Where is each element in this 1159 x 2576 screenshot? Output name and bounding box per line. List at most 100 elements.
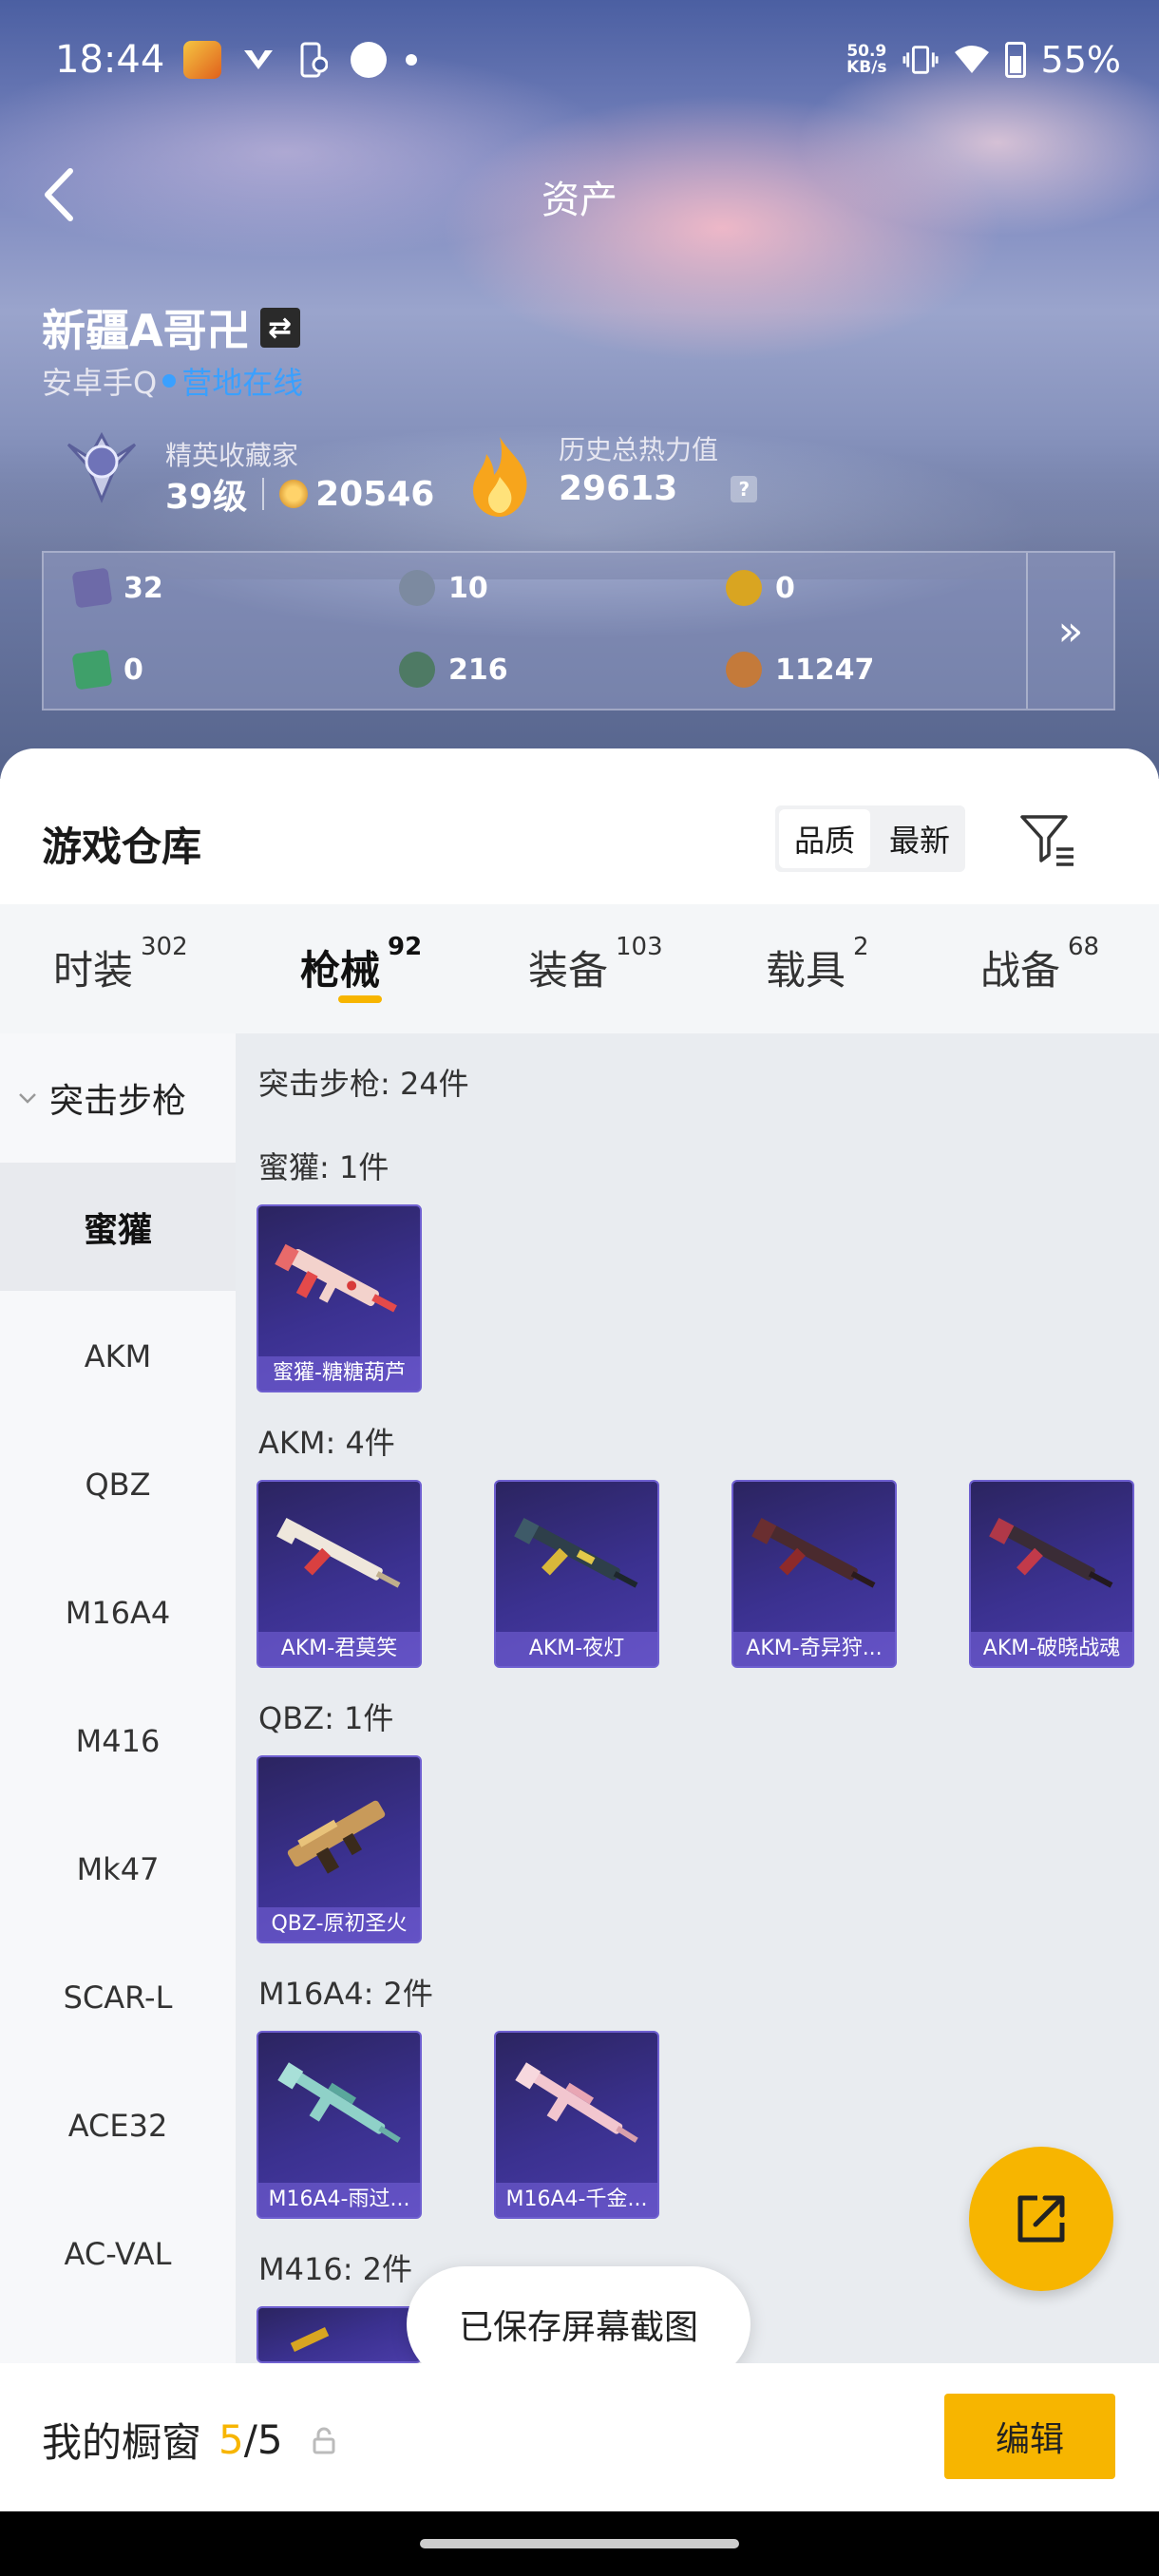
resource-item: 11247 (726, 652, 874, 688)
resource-value: 0 (124, 653, 143, 687)
rifle-skin-image (276, 1517, 401, 1588)
silver-coin-icon (399, 570, 435, 606)
weapon-skin-name: AKM-破晓战魂 (971, 1632, 1132, 1666)
tab-fashion[interactable]: 时装 302 (53, 933, 188, 996)
swap-account-icon[interactable]: ⇄ (259, 308, 300, 348)
weapon-skin-card[interactable]: AKM-夜灯 (494, 1480, 659, 1668)
rank-values: 39级 20546 (165, 469, 434, 519)
tab-count: 2 (853, 933, 869, 961)
rifle-skin-image (277, 2062, 401, 2143)
filter-button[interactable] (1015, 805, 1081, 872)
group-header: 蜜獾: 1件 (258, 1149, 390, 1185)
sidebar-category-header[interactable]: 突击步枪 (17, 1073, 186, 1123)
sidebar-item-m16a4[interactable]: M16A4 (0, 1548, 236, 1676)
expand-resources-button[interactable]: » (1026, 553, 1113, 709)
weapon-skin-name: 蜜獾-糖糖葫芦 (258, 1356, 420, 1391)
sidebar-item-akm[interactable]: AKM (0, 1292, 236, 1420)
sidebar-category-label: 突击步枪 (49, 1082, 187, 1121)
rifle-skin-image (275, 1243, 397, 1313)
rifle-skin-image (751, 1517, 876, 1588)
resource-value: 32 (124, 571, 163, 605)
tab-firearms[interactable]: 枪械 92 (300, 933, 422, 996)
more-notifications-dot-icon (406, 54, 418, 66)
group-header: M16A4: 2件 (258, 1976, 433, 2012)
fire-icon (473, 437, 527, 517)
tab-supplies[interactable]: 战备 68 (980, 933, 1099, 996)
weapon-skin-card[interactable]: QBZ-原初圣火 (256, 1755, 422, 1943)
showcase-label: 我的橱窗 (42, 2419, 202, 2466)
lock-icon (313, 2427, 335, 2453)
v-logo-icon (240, 44, 276, 76)
sidebar-item-ace32[interactable]: ACE32 (0, 2061, 236, 2189)
online-dot-icon (162, 374, 177, 388)
sort-quality-button[interactable]: 品质 (779, 809, 871, 868)
rifle-skin-image (287, 1800, 386, 1874)
card-icon (71, 567, 113, 609)
status-time: 18:44 (55, 38, 165, 82)
app-notification-icon (183, 41, 222, 79)
orb-icon (399, 652, 435, 688)
help-icon[interactable]: ? (731, 475, 758, 502)
weapon-skin-name: AKM-夜灯 (496, 1632, 657, 1666)
showcase-total: /5 (243, 2416, 283, 2463)
home-gesture-pill[interactable] (420, 2539, 739, 2548)
net-speed-unit: KB/s (846, 58, 887, 77)
weapon-skin-name: M16A4-雨过... (258, 2183, 420, 2217)
showcase-row: 我的橱窗 5/5 (42, 2411, 336, 2469)
tab-count: 92 (388, 933, 423, 961)
bronze-coin-icon (726, 652, 762, 688)
sidebar-item-ac-val[interactable]: AC-VAL (0, 2189, 236, 2318)
group-header: QBZ: 1件 (258, 1700, 394, 1736)
sidebar-item-qbz[interactable]: QBZ (0, 1420, 236, 1548)
tab-label: 战备 (980, 947, 1061, 994)
sort-latest-button[interactable]: 最新 (874, 805, 965, 872)
tab-label: 装备 (528, 947, 609, 994)
weapon-skin-card[interactable]: M16A4-千金... (494, 2031, 659, 2219)
divider (262, 478, 265, 510)
resource-item: 216 (399, 652, 508, 688)
sidebar-item-scar-l[interactable]: SCAR-L (0, 1933, 236, 2061)
weapon-skin-card[interactable]: 蜜獾-糖糖葫芦 (256, 1204, 422, 1392)
resource-value: 0 (775, 571, 795, 605)
status-bar: 18:44 50.9 KB/s 55% (55, 28, 1121, 91)
weapon-skin-card[interactable]: AKM-奇异狩... (732, 1480, 897, 1668)
group-header: AKM: 4件 (258, 1425, 395, 1461)
vibrate-icon (902, 44, 939, 76)
share-button[interactable] (969, 2147, 1113, 2291)
collector-score: 20546 (315, 474, 435, 514)
warehouse-title: 游戏仓库 (42, 824, 202, 870)
weapon-skin-card[interactable]: AKM-破晓战魂 (969, 1480, 1134, 1668)
edit-showcase-button[interactable]: 编辑 (944, 2394, 1115, 2479)
circle-notification-icon (351, 42, 388, 78)
tab-count: 103 (616, 933, 663, 961)
weapon-skin-name: AKM-君莫笑 (258, 1632, 420, 1666)
profile-name-row: 新疆A哥卍 ⇄ (42, 296, 300, 359)
tab-label: 载具 (766, 947, 846, 994)
profile-name: 新疆A哥卍 (42, 305, 251, 356)
weapon-skin-card[interactable]: M16A4-雨过... (256, 2031, 422, 2219)
resource-item: 0 (71, 649, 143, 691)
weapon-skin-name: M16A4-千金... (496, 2183, 657, 2217)
tab-count: 68 (1068, 933, 1100, 961)
resources-panel: » (42, 551, 1115, 710)
weapon-skin-name: QBZ-原初圣火 (258, 1907, 420, 1941)
resource-value: 10 (448, 571, 488, 605)
tab-label: 枪械 (300, 947, 381, 994)
rank-label: 精英收藏家 (165, 440, 299, 471)
chevron-down-icon (19, 1093, 36, 1104)
resource-value: 11247 (775, 653, 875, 687)
score-medal-icon (279, 480, 309, 508)
online-status: 营地在线 (181, 365, 304, 401)
sidebar-item-mk47[interactable]: Mk47 (0, 1805, 236, 1933)
sidebar-item-honey-badger[interactable]: 蜜獾 (0, 1163, 236, 1291)
player-level: 39级 (165, 478, 248, 517)
green-card-icon (71, 649, 113, 691)
page-title: 资产 (542, 179, 618, 222)
weapon-skin-card[interactable] (256, 2306, 422, 2363)
weapon-skin-card[interactable]: AKM-君莫笑 (256, 1480, 422, 1668)
tab-equipment[interactable]: 装备 103 (528, 933, 663, 996)
heat-label: 历史总热力值 (559, 434, 719, 465)
rifle-skin-image (514, 1517, 638, 1588)
sidebar-item-m416[interactable]: M416 (0, 1676, 236, 1805)
tab-vehicles[interactable]: 载具 2 (766, 933, 869, 996)
